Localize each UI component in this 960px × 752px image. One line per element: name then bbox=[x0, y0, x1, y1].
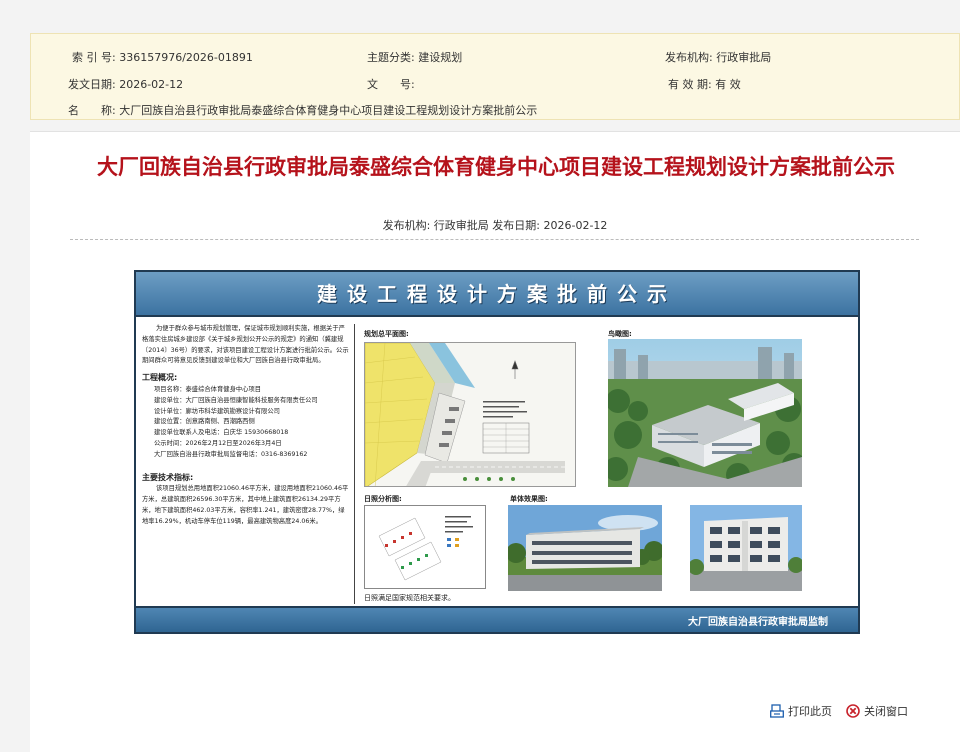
close-circle-icon bbox=[846, 704, 860, 718]
overview-line: 建设位置：创意路南侧、西潮路西侧 bbox=[154, 418, 255, 426]
tech-title: 主要技术指标: bbox=[142, 472, 194, 482]
poster-header-text: 建设工程设计方案批前公示 bbox=[317, 282, 677, 306]
sun-note: 日照满足国家规范相关要求。 bbox=[364, 594, 455, 602]
article-title: 大厂回族自治县行政审批局泰盛综合体育健身中心项目建设工程规划设计方案批前公示 bbox=[97, 155, 895, 179]
meta-topic: 主题分类: 建设规划 bbox=[367, 51, 463, 64]
article-panel: 大厂回族自治县行政审批局泰盛综合体育健身中心项目建设工程规划设计方案批前公示 发… bbox=[30, 131, 960, 752]
overview-line: 项目名称：泰盛综合体育健身中心项目 bbox=[154, 385, 262, 393]
overview-line: 建设单位联系人及电话：白庆华 15930668018 bbox=[154, 429, 289, 437]
poster-footer-text: 大厂回族自治县行政审批局监制 bbox=[688, 617, 828, 628]
sunlight-analysis-image bbox=[364, 505, 486, 589]
meta-name-value: 大厂回族自治县行政审批局泰盛综合体育健身中心项目建设工程规划设计方案批前公示 bbox=[119, 104, 538, 117]
meta-publisher-value: 行政审批局 bbox=[716, 51, 772, 64]
meta-date: 发文日期: 2026-02-12 bbox=[68, 78, 184, 91]
tech-text: 该项目规划总用地面积21060.46平方米，建设用地面积21060.46平方米，… bbox=[142, 485, 349, 525]
print-button[interactable]: 打印此页 bbox=[770, 703, 832, 719]
poster-intro: 为便于群众参与城市规划管理，保证城市规划顺利实施，根据关于严格落实住房城乡建设部… bbox=[142, 325, 349, 365]
building-effect-image-1 bbox=[508, 505, 662, 591]
poster-text-column: 为便于群众参与城市规划管理，保证城市规划顺利实施，根据关于严格落实住房城乡建设部… bbox=[142, 324, 350, 602]
meta-index: 索 引 号: 336157976/2026-01891 bbox=[72, 51, 253, 64]
close-window-button[interactable]: 关闭窗口 bbox=[846, 703, 908, 719]
poster-footer: 大厂回族自治县行政审批局监制 bbox=[136, 606, 858, 632]
building-rendering-2 bbox=[690, 505, 802, 591]
site-plan-label: 规划总平面图: bbox=[364, 330, 409, 338]
title-divider bbox=[70, 239, 919, 240]
announcement-poster: 建设工程设计方案批前公示 为便于群众参与城市规划管理，保证城市规划顺利实施，根据… bbox=[134, 270, 860, 634]
meta-index-value: 336157976/2026-01891 bbox=[119, 51, 253, 64]
poster-column-divider bbox=[354, 324, 355, 604]
effect-label: 单体效果图: bbox=[510, 495, 548, 503]
aerial-view-image bbox=[608, 339, 802, 487]
sunlight-diagram bbox=[365, 506, 485, 588]
site-plan-drawing bbox=[365, 343, 575, 486]
building-effect-image-2 bbox=[690, 505, 802, 591]
overview-title: 工程概况: bbox=[142, 373, 178, 383]
meta-validity: 有 效 期: 有 效 bbox=[668, 78, 741, 91]
meta-validity-value: 有 效 bbox=[715, 78, 741, 91]
meta-name: 名 称: 大厂回族自治县行政审批局泰盛综合体育健身中心项目建设工程规划设计方案批… bbox=[68, 104, 538, 117]
poster-header: 建设工程设计方案批前公示 bbox=[136, 272, 858, 317]
overview-line: 设计单位：廊坊市科华建筑勘察设计有限公司 bbox=[154, 407, 280, 415]
meta-topic-value: 建设规划 bbox=[418, 51, 463, 64]
overview-line: 公示时间：2026年2月12日至2026年3月4日 bbox=[154, 439, 282, 447]
overview-line: 大厂回族自治县行政审批局监督电话：0316-8369162 bbox=[154, 450, 308, 458]
document-metadata: 索 引 号: 336157976/2026-01891 主题分类: 建设规划 发… bbox=[30, 33, 960, 120]
meta-docno: 文 号: bbox=[367, 78, 415, 91]
article-subline: 发布机构: 行政审批局 发布日期: 2026-02-12 bbox=[382, 219, 608, 232]
building-rendering-1 bbox=[508, 505, 662, 591]
close-window-label: 关闭窗口 bbox=[864, 705, 908, 718]
aerial-rendering bbox=[608, 339, 802, 487]
sun-analysis-label: 日照分析图: bbox=[364, 495, 402, 503]
overview-line: 建设单位：大厂回族自治县恒康智能科技服务有限责任公司 bbox=[154, 396, 318, 404]
site-plan-image bbox=[364, 342, 576, 487]
meta-publisher: 发布机构: 行政审批局 bbox=[665, 51, 772, 64]
print-button-label: 打印此页 bbox=[788, 705, 832, 718]
aerial-label: 鸟瞰图: bbox=[608, 330, 632, 338]
print-icon bbox=[770, 704, 784, 718]
meta-date-value: 2026-02-12 bbox=[119, 78, 184, 91]
